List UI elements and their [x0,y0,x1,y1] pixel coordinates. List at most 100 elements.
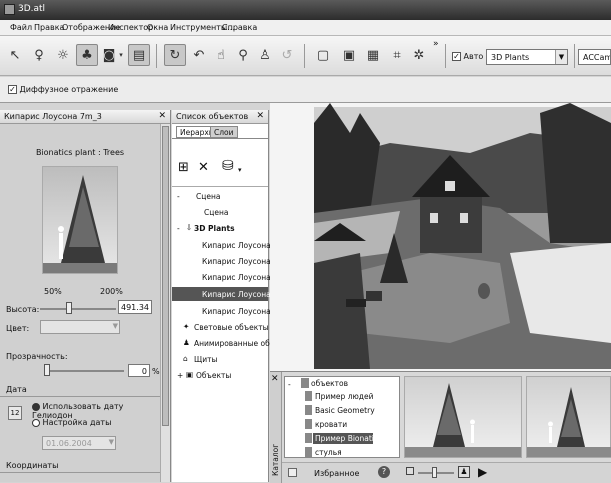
app-icon [4,4,15,15]
radio-selected-icon[interactable] [32,402,40,411]
close-icon[interactable]: ✕ [158,111,166,121]
tree-toggle[interactable]: - [177,192,180,201]
3d-viewport[interactable] [270,103,611,371]
auto-option[interactable]: ✓ Авто [452,52,483,61]
object-list-title: Список объектов [176,112,249,121]
transparency-label: Прозрачность: [6,352,68,361]
render-icon[interactable]: ▣ [338,44,360,66]
gear-icon[interactable]: ✲ [408,44,430,66]
scrollbar[interactable] [160,124,170,482]
auto-checkbox[interactable]: ✓ [452,52,461,61]
catalog-item[interactable]: Basic Geometry [315,406,375,415]
objects-icon: ▣ [186,370,194,379]
diffuse-option[interactable]: ✓ Диффузное отражение [8,85,118,94]
pointer-icon[interactable]: ↖ [4,44,26,66]
menu-file[interactable]: Файл [10,23,32,32]
thumbnail-size-slider-thumb[interactable] [432,467,437,478]
auto-label: Авто [463,52,484,61]
fly-icon[interactable]: ↺ [276,44,298,66]
image-icon[interactable]: ▦ [362,44,384,66]
close-icon[interactable]: ✕ [256,111,264,121]
menu-windows[interactable]: Окна [147,23,168,32]
help-icon[interactable]: ? [378,466,390,478]
tree-item-objects[interactable]: Объекты [196,371,231,380]
catalog-item[interactable]: кровати [315,420,347,429]
chevron-down-icon[interactable]: ▼ [555,50,567,64]
object-list-header: Список объектов ✕ [172,110,268,124]
chevron-down-icon[interactable]: ▾ [238,166,242,174]
catalog-item-selected[interactable]: Пример Bionatics [315,434,382,443]
diffuse-checkbox[interactable]: ✓ [8,85,17,94]
orbit-icon[interactable]: ↻ [164,44,186,66]
height-slider-thumb[interactable] [66,302,72,314]
play-icon[interactable]: ▶ [478,465,487,479]
hand-icon[interactable]: ☝ [210,44,232,66]
transparency-slider[interactable] [44,370,124,372]
chevron-down-icon[interactable]: ▼ [109,438,114,446]
inspector-panel: Кипарис Лоусона 7m_3 ✕ Bionatics plant :… [0,110,171,482]
camera-combo[interactable]: ACCamera [578,49,611,65]
date-setting-option[interactable]: Настройка даты [32,418,111,427]
large-size-icon[interactable]: ♟ [458,466,470,478]
sun-icon[interactable]: ☼ [52,44,74,66]
walk-icon[interactable]: ♙ [254,44,276,66]
panel-icon[interactable]: ▤ [128,44,150,66]
favorites-star-icon[interactable] [288,468,297,477]
plants-combo[interactable]: 3D Plants ▼ [486,49,568,65]
rotate-icon[interactable]: ↶ [188,44,210,66]
toolbar-separator [304,44,305,68]
date-value: 01.06.2004 [46,439,92,448]
tree-item-scene[interactable]: Сцена [204,208,228,217]
catalog-item[interactable]: объектов [311,379,348,388]
chevron-down-icon[interactable]: ▼ [113,322,118,330]
new-object-icon[interactable]: ⊞ [178,160,189,175]
catalog-item[interactable]: стулья [315,448,342,457]
person-icon: ♟ [183,338,190,347]
object-menu-icon[interactable]: ⛁ [222,158,234,174]
color-combo[interactable]: ▼ [40,320,120,334]
tree-toggle[interactable]: - [177,224,180,233]
scale-max: 200% [100,287,123,296]
tree-item-lights[interactable]: Световые объекты [194,323,269,332]
tree-toggle[interactable]: + [177,371,183,380]
chevron-down-icon[interactable]: ▾ [116,44,126,66]
tree-item-3d-plants[interactable]: 3D Plants [194,224,235,233]
catalog-thumbnail[interactable] [526,376,611,458]
object-type: Bionatics plant : Trees [35,148,125,157]
catalog-item[interactable]: Пример людей [315,392,373,401]
more-icon[interactable]: » [433,39,439,49]
small-size-icon[interactable] [406,467,414,475]
window-title: 3D.atl [18,4,46,14]
tree-item-boards[interactable]: Щиты [194,355,217,364]
tab-layers[interactable]: Слои [210,126,238,138]
height-slider[interactable] [40,308,116,310]
frame-icon[interactable]: ▢ [312,44,334,66]
folder-icon [305,447,312,457]
tree-toggle[interactable]: - [288,380,291,389]
lamp-icon[interactable]: ♀ [28,44,50,66]
date-combo[interactable]: 01.06.2004 ▼ [42,436,116,450]
menu-edit[interactable]: Правка [34,23,64,32]
transparency-input[interactable]: 0 [128,364,150,377]
scrollbar-thumb[interactable] [162,126,169,426]
catalog-thumbnail[interactable] [404,376,522,458]
menu-help[interactable]: Справка [222,23,257,32]
divider [0,472,160,473]
height-input[interactable]: 491.34 [118,300,152,314]
delete-icon[interactable]: ✕ [198,160,209,175]
transparency-slider-thumb[interactable] [44,364,50,376]
divider [172,186,268,187]
catalog-panel: Каталог ✕ - объектов Пример людей Basic … [270,371,611,483]
tree-item-scene-root[interactable]: Сцена [196,192,220,201]
zoom-icon[interactable]: ⚲ [232,44,254,66]
scene-render[interactable] [270,103,611,371]
folder-icon [301,378,309,388]
close-icon[interactable]: ✕ [271,374,279,384]
folder-icon [305,419,312,429]
transparency-unit: % [152,367,160,376]
radio-icon[interactable] [32,418,40,427]
favorites-label[interactable]: Избранное [314,469,359,478]
crop-icon[interactable]: ⌗ [386,44,408,66]
folder-icon [305,433,312,443]
plant-icon[interactable]: ♣ [76,44,98,66]
